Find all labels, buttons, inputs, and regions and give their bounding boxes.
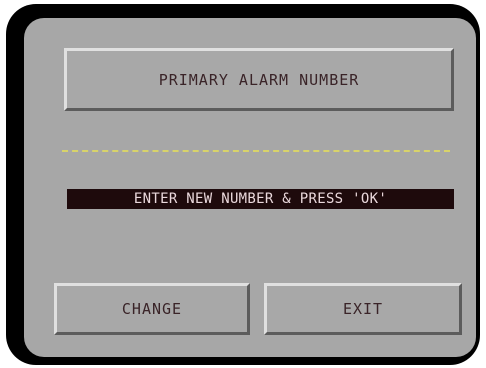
device-bezel: PRIMARY ALARM NUMBER ENTER NEW NUMBER & … [6,4,480,365]
screen-title: PRIMARY ALARM NUMBER [64,48,454,111]
exit-button[interactable]: EXIT [264,283,462,335]
display-screen: PRIMARY ALARM NUMBER ENTER NEW NUMBER & … [24,18,476,357]
change-button[interactable]: CHANGE [54,283,250,335]
instruction-prompt: ENTER NEW NUMBER & PRESS 'OK' [67,189,454,209]
separator-line [62,150,450,152]
